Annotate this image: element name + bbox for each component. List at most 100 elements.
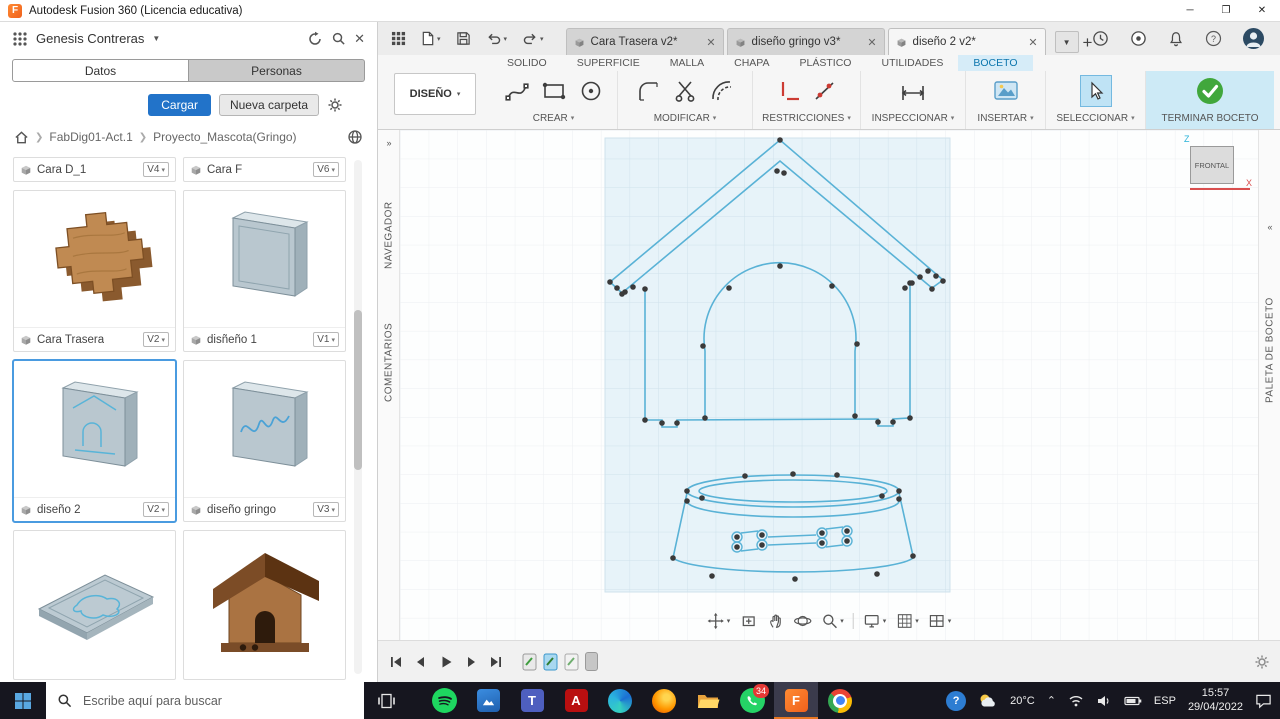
sketch-palette-tab[interactable]: PALETA DE BOCETO [1259,280,1280,420]
help-circle-icon[interactable]: ? [946,690,967,711]
collapse-palette-icon[interactable]: « [1259,222,1280,232]
new-tab-button[interactable]: + [1083,33,1093,53]
skip-to-end-icon[interactable] [488,654,504,670]
sketch-feature-marker[interactable] [564,653,579,671]
pan-icon[interactable]: ▾ [707,612,730,630]
trim-scissors-icon[interactable] [672,78,698,104]
sketch-feature-marker-selected[interactable] [543,653,558,671]
view-cube[interactable]: Z FRONTAL X [1184,134,1252,198]
insert-image-icon[interactable] [992,78,1020,104]
version-dropdown[interactable]: V1 [313,332,339,347]
item-card-house[interactable] [183,530,346,680]
upload-button[interactable]: Cargar [148,94,211,116]
group-inspect-label[interactable]: INSPECCIONAR [872,110,955,126]
close-tab-icon[interactable]: ✕ [867,36,876,49]
ribbon-tab-chapa[interactable]: CHAPA [719,55,784,71]
item-card-tray[interactable] [13,530,176,680]
action-center-icon[interactable] [1255,693,1272,709]
workspace-selector[interactable]: DISEÑO ▾ [394,73,476,115]
select-cursor-icon[interactable] [1079,74,1112,107]
photos-app[interactable] [466,682,510,719]
weather-icon[interactable] [978,692,998,710]
taskbar-clock[interactable]: 15:57 29/04/2022 [1188,687,1243,715]
finish-sketch-check-icon[interactable] [1195,76,1225,106]
minimize-button[interactable]: ─ [1172,0,1208,21]
play-icon[interactable] [438,654,454,670]
whatsapp-app[interactable]: 34 [730,682,774,719]
close-panel-icon[interactable]: ✕ [354,31,365,47]
help-icon[interactable]: ? [1205,30,1222,47]
fusion-360-app[interactable]: F [774,682,818,719]
language-indicator[interactable]: ESP [1154,695,1176,707]
view-cube-front-face[interactable]: FRONTAL [1190,146,1234,184]
fillet-tool-icon[interactable] [635,78,661,104]
version-dropdown[interactable]: V4 [143,162,169,177]
zoom-icon[interactable]: ▾ [820,612,844,630]
group-finish-sketch[interactable]: TERMINAR BOCETO [1146,71,1274,129]
ribbon-tab-utilidades[interactable]: UTILIDADES [866,55,958,71]
version-dropdown[interactable]: V6 [313,162,339,177]
weather-temp[interactable]: 20°C [1010,695,1035,707]
version-dropdown[interactable]: V3 [313,502,339,517]
version-dropdown[interactable]: V2 [143,502,169,517]
orbit-icon[interactable] [793,612,811,630]
file-menu-icon[interactable]: ▾ [421,31,441,46]
edge-app[interactable] [598,682,642,719]
undo-icon[interactable]: ▾ [486,31,507,46]
display-settings-icon[interactable]: ▾ [863,612,886,630]
navigator-panel-tab[interactable]: NAVEGADOR [378,190,400,280]
settings-gear-icon[interactable] [327,97,343,113]
maximize-button[interactable]: ❐ [1208,0,1244,21]
ribbon-tab-boceto[interactable]: BOCETO [958,55,1033,71]
tab-personas[interactable]: Personas [189,59,365,82]
volume-icon[interactable] [1096,694,1112,708]
group-create-label[interactable]: CREAR [533,110,575,126]
item-card-cara-trasera[interactable]: Cara Trasera V2 [13,190,176,352]
taskbar-search[interactable] [46,682,364,719]
ribbon-tab-malla[interactable]: MALLA [655,55,719,71]
panel-scrollbar-thumb[interactable] [354,310,362,470]
file-explorer-app[interactable] [686,682,730,719]
measure-tool-icon[interactable] [899,78,927,104]
version-dropdown[interactable]: V2 [143,332,169,347]
coincident-constraint-icon[interactable] [812,78,838,104]
zoom-fit-icon[interactable] [739,612,757,630]
save-icon[interactable] [456,31,471,46]
circle-tool-icon[interactable] [578,78,604,104]
group-finish-label[interactable]: TERMINAR BOCETO [1161,110,1258,126]
skip-to-start-icon[interactable] [388,654,404,670]
close-button[interactable]: ✕ [1244,0,1280,21]
ribbon-tab-plastico[interactable]: PLÁSTICO [785,55,867,71]
item-card-cara-f[interactable]: Cara F V6 [183,157,346,182]
offset-tool-icon[interactable] [709,78,735,104]
chrome-app[interactable] [818,682,862,719]
status-circle-icon[interactable] [1130,30,1147,47]
tab-list-dropdown[interactable]: ▼ [1054,31,1079,53]
close-tab-icon[interactable]: ✕ [706,36,715,49]
pan-hand-icon[interactable] [766,612,784,630]
web-globe-icon[interactable] [347,129,363,145]
spline-tool-icon[interactable] [504,78,530,104]
group-modify-label[interactable]: MODIFICAR [654,110,717,126]
group-constraints-label[interactable]: RESTRICCIONES [762,110,851,126]
teams-app[interactable]: T [510,682,554,719]
search-icon[interactable] [331,31,346,46]
group-insert-label[interactable]: INSERTAR [977,110,1033,126]
document-tab[interactable]: Cara Trasera v2* ✕ [565,28,724,55]
new-folder-button[interactable]: Nueva carpeta [218,94,319,116]
notification-bell-icon[interactable] [1168,30,1184,47]
group-select-label[interactable]: SELECCIONAR [1056,110,1134,126]
wifi-icon[interactable] [1068,694,1084,708]
timeline-settings-gear-icon[interactable] [1254,654,1270,670]
search-input[interactable] [81,692,353,709]
tab-datos[interactable]: Datos [12,59,189,82]
item-card-diseno-2[interactable]: diseño 2 V2 [12,359,177,523]
spotify-app[interactable] [422,682,466,719]
item-card-diseno-gringo[interactable]: diseño gringo V3 [183,360,346,522]
close-tab-icon[interactable]: ✕ [1028,36,1037,49]
step-forward-icon[interactable] [463,654,479,670]
job-status-icon[interactable] [1092,30,1109,47]
ribbon-tab-solido[interactable]: SOLIDO [492,55,562,71]
hidden-icons-caret[interactable]: ⌃ [1047,694,1056,707]
sketch-feature-marker[interactable] [522,653,537,671]
